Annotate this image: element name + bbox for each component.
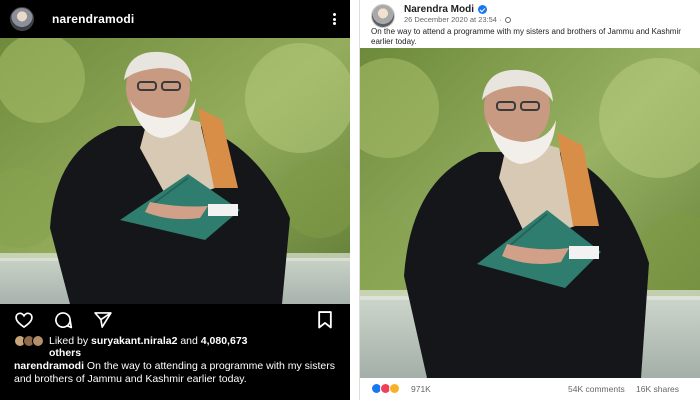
liked-by-others[interactable]: others	[49, 347, 81, 359]
facebook-post: Narendra Modi 26 December 2020 at 23:54 …	[359, 0, 700, 400]
instagram-post-header: narendramodi	[0, 0, 350, 38]
shares-count[interactable]: 16K shares	[636, 384, 679, 394]
caption-username[interactable]: narendramodi	[14, 360, 84, 372]
liked-by-avatars	[14, 335, 44, 347]
post-timestamp[interactable]: 26 December 2020 at 23:54 ·	[404, 15, 502, 24]
globe-icon	[504, 16, 511, 23]
reaction-count[interactable]: 971K	[411, 384, 431, 394]
instagram-post-photo[interactable]	[0, 38, 350, 304]
liked-by-text: Liked by suryakant.nirala2 and 4,080,673…	[49, 335, 248, 359]
comment-icon[interactable]	[53, 310, 73, 330]
instagram-caption: narendramodi On the way to attending a p…	[14, 360, 344, 385]
facebook-post-photo[interactable]	[359, 48, 700, 378]
facebook-caption: On the way to attend a programme with my…	[371, 27, 681, 46]
like-count[interactable]: 4,080,673	[201, 335, 248, 347]
care-reaction-icon	[389, 383, 400, 394]
instagram-likes-summary[interactable]: Liked by suryakant.nirala2 and 4,080,673…	[14, 335, 344, 359]
panel-divider	[350, 0, 359, 400]
facebook-post-header: Narendra Modi 26 December 2020 at 23:54 …	[359, 0, 700, 28]
send-icon[interactable]	[93, 310, 113, 330]
verified-badge-icon	[478, 5, 488, 14]
comments-count[interactable]: 54K comments	[568, 384, 625, 394]
facebook-avatar[interactable]	[371, 4, 395, 28]
instagram-avatar[interactable]	[10, 7, 34, 31]
facebook-engagement-bar: 971K 54K comments 16K shares	[359, 382, 700, 398]
page-name-text: Narendra Modi	[404, 4, 475, 15]
instagram-action-bar	[0, 306, 350, 334]
heart-icon[interactable]	[14, 310, 34, 330]
bookmark-icon[interactable]	[316, 310, 334, 330]
avatar	[32, 335, 44, 347]
facebook-page-name[interactable]: Narendra Modi	[404, 4, 488, 15]
instagram-post: narendramodi Liked by suryakant.nirala2 …	[0, 0, 350, 400]
more-vertical-icon[interactable]	[328, 11, 340, 27]
post-meta: 26 December 2020 at 23:54 ·	[404, 15, 511, 24]
liked-by-prefix: Liked by	[49, 335, 92, 347]
reaction-icons[interactable]	[371, 383, 400, 394]
liked-by-user-link[interactable]: suryakant.nirala2	[91, 335, 177, 347]
liked-by-and: and	[177, 335, 201, 347]
instagram-username[interactable]: narendramodi	[52, 12, 134, 26]
